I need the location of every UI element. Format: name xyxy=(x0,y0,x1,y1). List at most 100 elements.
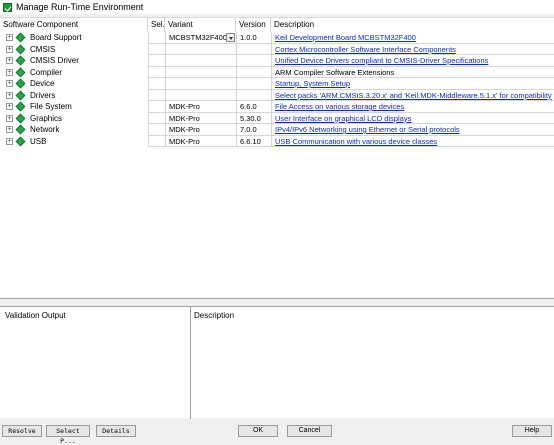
table-row[interactable]: CMSIS Cortex Microcontroller Software In… xyxy=(0,43,554,56)
sel-cell[interactable] xyxy=(148,78,165,90)
sel-cell[interactable] xyxy=(148,55,165,67)
variant-cell[interactable]: MDK-Pro xyxy=(165,135,236,147)
expand-icon[interactable] xyxy=(6,137,13,145)
help-button[interactable]: Help xyxy=(512,425,552,437)
tree-cell: Board Support xyxy=(0,32,148,44)
description-cell[interactable]: File Access on various storage devices xyxy=(271,101,554,113)
description-cell[interactable]: Select packs 'ARM.CMSIS.3.20.x' and 'Kei… xyxy=(271,89,554,101)
sel-cell[interactable] xyxy=(148,112,165,124)
description-cell[interactable]: Cortex Microcontroller Software Interfac… xyxy=(271,43,554,55)
table-row[interactable]: Graphics MDK-Pro 5.30.0 User Interface o… xyxy=(0,112,554,125)
header-software-component[interactable]: Software Component xyxy=(0,18,148,32)
table-row[interactable]: Board Support MCBSTM32F400 1.0.0 Keil De… xyxy=(0,32,554,44)
component-name: Device xyxy=(30,79,55,89)
expand-icon[interactable] xyxy=(6,126,13,134)
sel-cell[interactable] xyxy=(148,89,165,101)
description-cell[interactable]: Unified Device Drivers compliant to CMSI… xyxy=(271,55,554,67)
expand-icon[interactable] xyxy=(6,91,13,99)
sel-cell[interactable] xyxy=(148,124,165,136)
expand-icon[interactable] xyxy=(6,114,13,122)
component-name: CMSIS Driver xyxy=(30,56,79,66)
variant-cell[interactable]: MCBSTM32F400 xyxy=(165,32,236,44)
description-cell[interactable]: Keil Development Board MCBSTM32F400 xyxy=(271,32,554,44)
component-name: CMSIS xyxy=(30,44,56,54)
expand-icon[interactable] xyxy=(6,103,13,111)
description-link[interactable]: IPv4/IPv6 Networking using Ethernet or S… xyxy=(275,125,460,134)
validation-output-header: Validation Output xyxy=(5,311,66,320)
ok-button[interactable]: OK xyxy=(238,425,278,437)
tree-cell: Graphics xyxy=(0,113,148,125)
table-row[interactable]: File System MDK-Pro 6.6.0 File Access on… xyxy=(0,101,554,113)
expand-icon[interactable] xyxy=(6,57,13,65)
version-cell: 6.6.10 xyxy=(236,135,271,147)
version-cell xyxy=(236,89,271,101)
tree-cell: Drivers xyxy=(0,90,148,102)
header-sel[interactable]: Sel. xyxy=(148,18,165,32)
component-name: File System xyxy=(30,102,72,112)
table-row[interactable]: Drivers Select packs 'ARM.CMSIS.3.20.x' … xyxy=(0,89,554,102)
description-link[interactable]: Cortex Microcontroller Software Interfac… xyxy=(275,45,456,54)
version-cell: 1.0.0 xyxy=(236,32,271,44)
header-description[interactable]: Description xyxy=(271,18,554,32)
version-cell: 6.6.0 xyxy=(236,101,271,113)
variant-cell xyxy=(165,66,236,78)
sel-cell[interactable] xyxy=(148,101,165,113)
description-text: ARM Compiler Software Extensions xyxy=(275,67,395,77)
tree-cell: USB xyxy=(0,136,148,148)
description-cell[interactable]: Startup, System Setup xyxy=(271,78,554,90)
tree-cell: File System xyxy=(0,101,148,113)
variant-cell[interactable]: MDK-Pro xyxy=(165,124,236,136)
description-cell[interactable]: User Interface on graphical LCD displays xyxy=(271,112,554,124)
tree-cell: CMSIS xyxy=(0,44,148,56)
variant-cell xyxy=(165,89,236,101)
pane-divider[interactable] xyxy=(190,307,191,419)
tree-cell: CMSIS Driver xyxy=(0,55,148,67)
header-variant[interactable]: Variant xyxy=(165,18,236,32)
validation-pane: Validation Output Description xyxy=(0,306,554,419)
variant-cell[interactable]: MDK-Pro xyxy=(165,101,236,113)
component-name: Graphics xyxy=(30,113,63,123)
sel-cell[interactable] xyxy=(148,43,165,55)
table-row[interactable]: USB MDK-Pro 6.6.10 USB Communication wit… xyxy=(0,135,554,148)
description-link[interactable]: Select packs 'ARM.CMSIS.3.20.x' and 'Kei… xyxy=(275,91,552,100)
component-icon xyxy=(15,90,26,101)
expand-icon[interactable] xyxy=(6,68,13,76)
chevron-down-icon[interactable] xyxy=(226,33,235,42)
component-icon xyxy=(15,67,26,78)
header-version[interactable]: Version xyxy=(236,18,271,32)
variant-value: MDK-Pro xyxy=(169,113,200,123)
tree-cell: Compiler xyxy=(0,67,148,79)
table-row[interactable]: Network MDK-Pro 7.0.0 IPv4/IPv6 Networki… xyxy=(0,124,554,136)
resolve-button[interactable]: Resolve xyxy=(2,425,42,437)
description-link[interactable]: User Interface on graphical LCD displays xyxy=(275,114,411,123)
component-name: Compiler xyxy=(30,67,63,77)
table-row[interactable]: CMSIS Driver Unified Device Drivers comp… xyxy=(0,55,554,67)
table-row[interactable]: Compiler ARM Compiler Software Extension… xyxy=(0,66,554,79)
description-link[interactable]: Keil Development Board MCBSTM32F400 xyxy=(275,33,416,42)
expand-icon[interactable] xyxy=(6,80,13,88)
component-icon xyxy=(15,124,26,135)
sel-cell[interactable] xyxy=(148,32,165,44)
variant-value: MDK-Pro xyxy=(169,136,200,146)
cancel-button[interactable]: Cancel xyxy=(287,425,332,437)
sel-cell[interactable] xyxy=(148,66,165,78)
sel-cell[interactable] xyxy=(148,135,165,147)
expand-icon[interactable] xyxy=(6,45,13,53)
description-cell[interactable]: IPv4/IPv6 Networking using Ethernet or S… xyxy=(271,124,554,136)
component-icon xyxy=(15,136,26,147)
version-cell: 7.0.0 xyxy=(236,124,271,136)
variant-cell xyxy=(165,55,236,67)
description-cell[interactable]: USB Communication with various device cl… xyxy=(271,135,554,147)
select-packs-button[interactable]: Select P... xyxy=(46,425,90,445)
description-link[interactable]: File Access on various storage devices xyxy=(275,102,404,111)
variant-cell[interactable]: MDK-Pro xyxy=(165,112,236,124)
validation-description-header: Description xyxy=(194,311,235,320)
description-link[interactable]: USB Communication with various device cl… xyxy=(275,137,437,146)
tree-cell: Device xyxy=(0,78,148,90)
details-button[interactable]: Details xyxy=(96,425,136,437)
description-link[interactable]: Unified Device Drivers compliant to CMSI… xyxy=(275,56,488,65)
table-row[interactable]: Device Startup, System Setup xyxy=(0,78,554,90)
description-link[interactable]: Startup, System Setup xyxy=(275,79,350,88)
component-icon xyxy=(15,101,26,112)
expand-icon[interactable] xyxy=(6,34,13,42)
